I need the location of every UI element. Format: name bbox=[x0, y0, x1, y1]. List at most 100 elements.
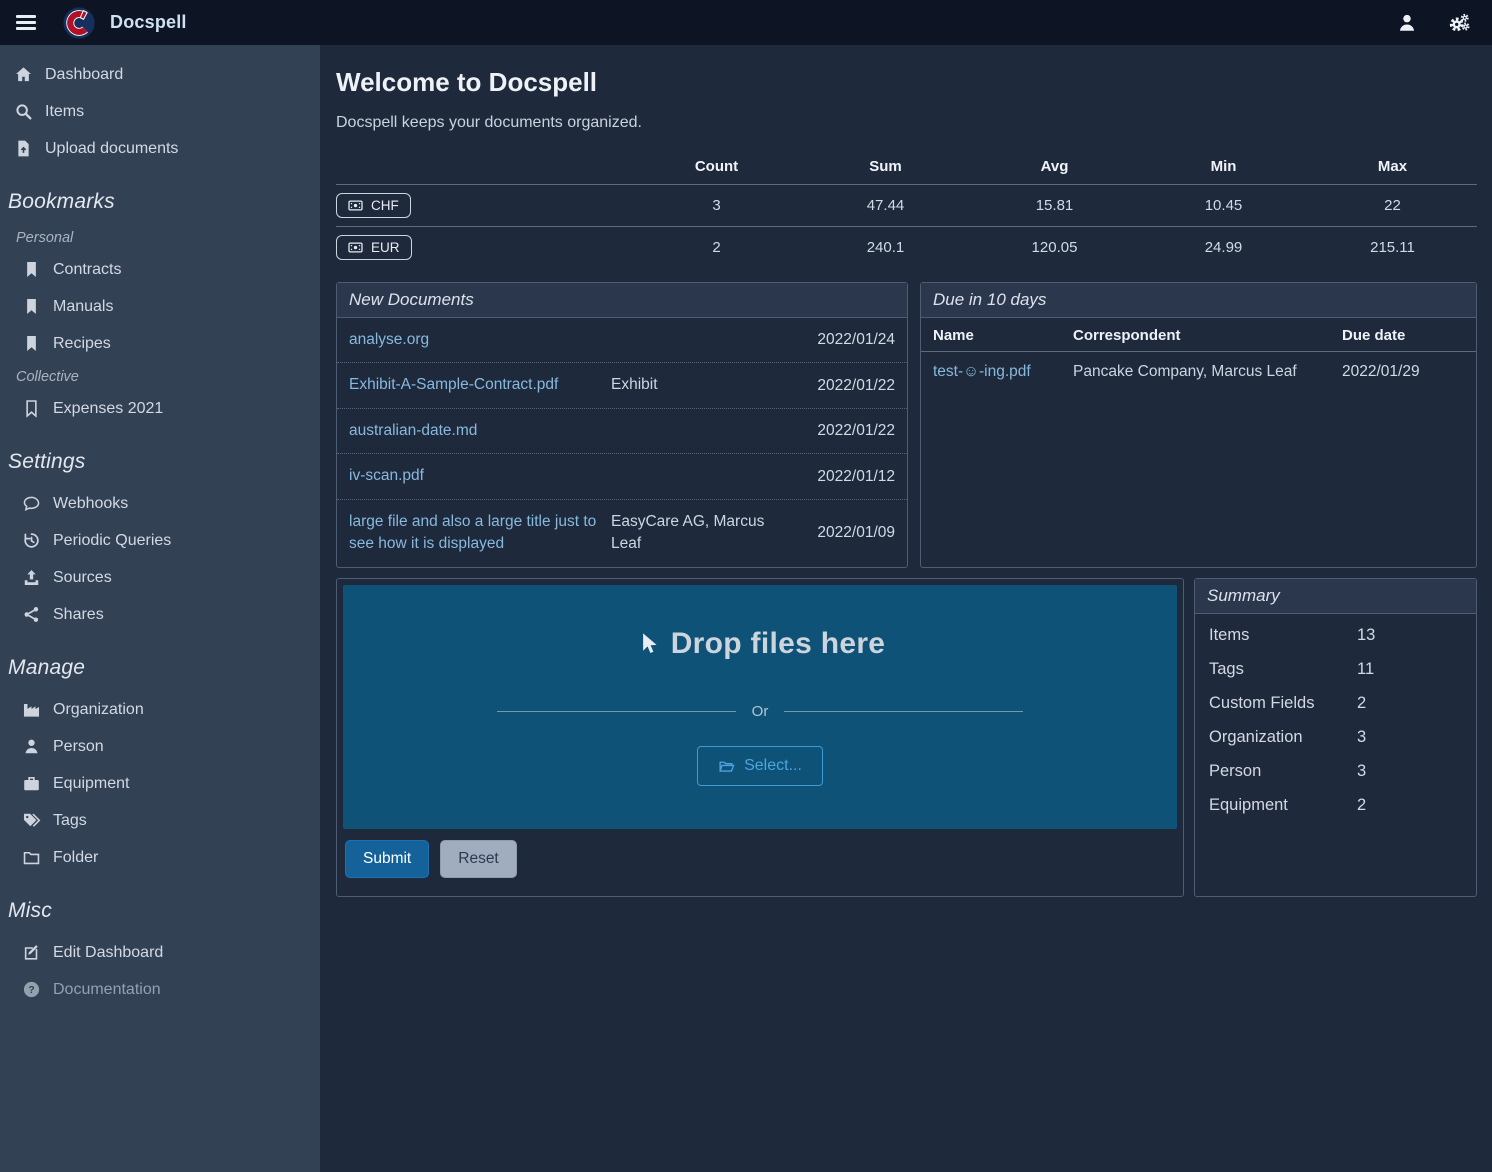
user-account-icon[interactable] bbox=[1396, 12, 1418, 34]
due-header-cell: Name bbox=[933, 327, 1073, 344]
summary-label: Tags bbox=[1209, 660, 1357, 679]
money-icon bbox=[348, 198, 363, 213]
bookmark-solid-icon bbox=[22, 260, 41, 279]
summary-label: Organization bbox=[1209, 728, 1357, 747]
bookmark-outline-icon bbox=[22, 399, 41, 418]
briefcase-icon bbox=[22, 774, 41, 793]
new-document-row: large file and also a large title just t… bbox=[337, 499, 907, 567]
document-date: 2022/01/24 bbox=[787, 331, 895, 349]
sidebar-item-webhooks[interactable]: Webhooks bbox=[0, 486, 320, 521]
sidebar-item-label: Documentation bbox=[53, 981, 161, 999]
comment-icon bbox=[22, 494, 41, 513]
due-correspondent: Pancake Company, Marcus Leaf bbox=[1073, 363, 1342, 381]
sidebar-item-expenses-2021[interactable]: Expenses 2021 bbox=[0, 391, 320, 426]
currency-badge-chf[interactable]: CHF bbox=[336, 193, 411, 218]
sidebar-subsection-collective: Collective bbox=[0, 363, 320, 389]
page-subtitle: Docspell keeps your documents organized. bbox=[336, 114, 1477, 132]
sidebar-item-manuals[interactable]: Manuals bbox=[0, 289, 320, 324]
document-link[interactable]: large file and also a large title just t… bbox=[349, 511, 603, 556]
sidebar-item-dashboard[interactable]: Dashboard bbox=[0, 57, 320, 92]
new-documents-title: New Documents bbox=[337, 283, 907, 318]
stats-value-cell: 3 bbox=[632, 197, 801, 214]
stats-row-chf: CHF347.4415.8110.4522 bbox=[336, 184, 1477, 226]
sidebar-item-label: Expenses 2021 bbox=[53, 400, 163, 418]
sidebar-item-label: Person bbox=[53, 738, 104, 756]
due-header-cell: Due date bbox=[1342, 327, 1464, 344]
summary-value: 2 bbox=[1357, 796, 1366, 815]
due-header-row: NameCorrespondentDue date bbox=[921, 318, 1476, 352]
cursor-pointer-icon bbox=[635, 629, 661, 659]
top-navbar: Docspell bbox=[0, 0, 1492, 45]
stats-value-cell: 47.44 bbox=[801, 197, 970, 214]
summary-value: 2 bbox=[1357, 694, 1366, 713]
tags-icon bbox=[22, 811, 41, 830]
stats-header-cell: Max bbox=[1308, 158, 1477, 175]
folder-open-icon bbox=[718, 758, 735, 775]
drop-files-label: Drop files here bbox=[635, 627, 886, 661]
stats-value-cell: 24.99 bbox=[1139, 239, 1308, 256]
sidebar-item-folder[interactable]: Folder bbox=[0, 840, 320, 875]
summary-label: Person bbox=[1209, 762, 1357, 781]
sidebar-item-edit-dashboard[interactable]: Edit Dashboard bbox=[0, 935, 320, 970]
due-row: test-☺-ing.pdfPancake Company, Marcus Le… bbox=[921, 352, 1476, 392]
document-date: 2022/01/09 bbox=[787, 524, 895, 542]
document-link[interactable]: analyse.org bbox=[349, 329, 603, 351]
app-window: Docspell bbox=[0, 0, 1492, 1172]
sidebar-item-label: Tags bbox=[53, 812, 87, 830]
money-icon bbox=[348, 240, 363, 255]
question-icon: ? bbox=[22, 980, 41, 999]
currency-badge-eur[interactable]: EUR bbox=[336, 235, 412, 260]
sidebar-item-documentation[interactable]: ? Documentation bbox=[0, 972, 320, 1007]
menu-toggle-button[interactable] bbox=[16, 15, 36, 30]
sidebar-item-recipes[interactable]: Recipes bbox=[0, 326, 320, 361]
main-content: Welcome to Docspell Docspell keeps your … bbox=[320, 45, 1492, 1172]
summary-list: Items13Tags11Custom Fields2Organization3… bbox=[1195, 614, 1476, 842]
settings-gears-icon[interactable] bbox=[1448, 12, 1470, 34]
sidebar-item-upload-documents[interactable]: Upload documents bbox=[0, 131, 320, 166]
stats-header-cell: Count bbox=[632, 158, 801, 175]
navbar-actions bbox=[1396, 12, 1476, 34]
new-document-row: Exhibit-A-Sample-Contract.pdfExhibit2022… bbox=[337, 362, 907, 407]
sidebar-item-items[interactable]: Items bbox=[0, 94, 320, 129]
due-table: NameCorrespondentDue datetest-☺-ing.pdfP… bbox=[921, 318, 1476, 392]
sidebar-item-periodic-queries[interactable]: Periodic Queries bbox=[0, 523, 320, 558]
document-link[interactable]: iv-scan.pdf bbox=[349, 465, 603, 487]
reset-button[interactable]: Reset bbox=[440, 840, 517, 878]
sidebar-item-shares[interactable]: Shares bbox=[0, 597, 320, 632]
history-icon bbox=[22, 531, 41, 550]
summary-row-organization: Organization3 bbox=[1209, 728, 1462, 747]
document-link[interactable]: test-☺-ing.pdf bbox=[933, 363, 1073, 381]
currency-label: CHF bbox=[371, 198, 399, 213]
sidebar-item-contracts[interactable]: Contracts bbox=[0, 252, 320, 287]
sidebar-item-label: Webhooks bbox=[53, 495, 128, 513]
app-title: Docspell bbox=[110, 12, 187, 33]
sidebar-item-label: Contracts bbox=[53, 261, 121, 279]
bookmark-solid-icon bbox=[22, 334, 41, 353]
user-icon bbox=[22, 737, 41, 756]
sidebar-item-label: Organization bbox=[53, 701, 144, 719]
sidebar-item-label: Upload documents bbox=[45, 140, 178, 158]
document-link[interactable]: australian-date.md bbox=[349, 420, 603, 442]
summary-row-person: Person3 bbox=[1209, 762, 1462, 781]
stats-table: CountSumAvgMinMaxCHF347.4415.8110.4522EU… bbox=[336, 158, 1477, 268]
sidebar-item-person[interactable]: Person bbox=[0, 729, 320, 764]
share-icon bbox=[22, 605, 41, 624]
summary-row-items: Items13 bbox=[1209, 626, 1462, 645]
docspell-logo-icon[interactable] bbox=[62, 6, 96, 40]
sidebar-item-organization[interactable]: Organization bbox=[0, 692, 320, 727]
stats-row-eur: EUR2240.1120.0524.99215.11 bbox=[336, 226, 1477, 268]
sidebar-item-label: Dashboard bbox=[45, 66, 123, 84]
document-link[interactable]: Exhibit-A-Sample-Contract.pdf bbox=[349, 374, 603, 396]
sidebar-item-tags[interactable]: Tags bbox=[0, 803, 320, 838]
sidebar-item-equipment[interactable]: Equipment bbox=[0, 766, 320, 801]
sidebar-item-label: Recipes bbox=[53, 335, 111, 353]
document-date: 2022/01/22 bbox=[787, 377, 895, 395]
due-panel: Due in 10 days NameCorrespondentDue date… bbox=[920, 282, 1477, 568]
sidebar-item-sources[interactable]: Sources bbox=[0, 560, 320, 595]
stats-header-cell: Min bbox=[1139, 158, 1308, 175]
upload-panel: Drop files here Or bbox=[336, 578, 1184, 897]
stats-value-cell: 15.81 bbox=[970, 197, 1139, 214]
submit-button[interactable]: Submit bbox=[345, 840, 429, 878]
select-files-button[interactable]: Select... bbox=[697, 746, 823, 786]
dropzone[interactable]: Drop files here Or bbox=[343, 585, 1177, 829]
